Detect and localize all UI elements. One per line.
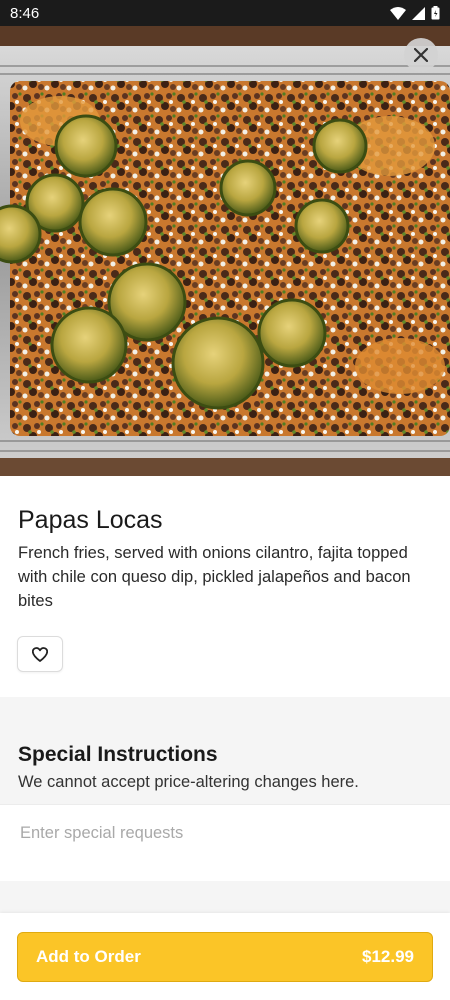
section-divider-bottom bbox=[0, 881, 450, 913]
status-icons bbox=[390, 6, 440, 20]
item-title: Papas Locas bbox=[18, 506, 163, 534]
close-icon bbox=[414, 48, 428, 62]
special-requests-input[interactable] bbox=[18, 819, 432, 847]
food-photo bbox=[0, 26, 450, 476]
special-instructions-title: Special Instructions bbox=[18, 743, 218, 766]
close-button[interactable] bbox=[404, 38, 438, 72]
battery-icon bbox=[431, 6, 440, 20]
order-footer: Add to Order $12.99 bbox=[0, 913, 450, 1000]
cell-signal-icon bbox=[412, 6, 425, 20]
status-bar: 8:46 bbox=[0, 0, 450, 26]
item-description: French fries, served with onions cilantr… bbox=[18, 544, 411, 610]
heart-icon bbox=[32, 646, 48, 662]
status-time: 8:46 bbox=[10, 4, 40, 22]
favorite-button[interactable] bbox=[17, 636, 63, 672]
wifi-icon bbox=[390, 6, 406, 20]
special-requests-container bbox=[0, 804, 450, 882]
add-to-order-button[interactable]: Add to Order $12.99 bbox=[17, 932, 433, 982]
add-to-order-label: Add to Order bbox=[36, 947, 141, 966]
item-price: $12.99 bbox=[362, 947, 414, 966]
food-photo-illustration bbox=[0, 26, 450, 476]
special-instructions-subtitle: We cannot accept price-altering changes … bbox=[18, 773, 359, 791]
item-info: Papas Locas French fries, served with on… bbox=[0, 476, 450, 697]
